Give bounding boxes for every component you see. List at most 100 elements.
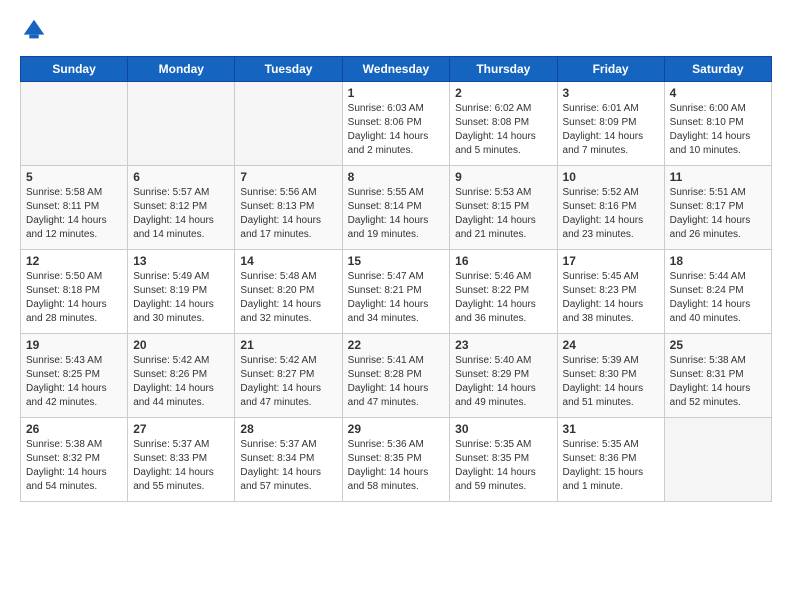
day-info: Sunrise: 5:48 AM Sunset: 8:20 PM Dayligh… [240, 270, 336, 326]
week-row-3: 12Sunrise: 5:50 AM Sunset: 8:18 PM Dayli… [21, 250, 772, 334]
column-header-thursday: Thursday [450, 57, 557, 82]
calendar-body: 1Sunrise: 6:03 AM Sunset: 8:06 PM Daylig… [21, 82, 772, 502]
day-info: Sunrise: 5:37 AM Sunset: 8:34 PM Dayligh… [240, 438, 336, 494]
column-header-sunday: Sunday [21, 57, 128, 82]
day-cell: 12Sunrise: 5:50 AM Sunset: 8:18 PM Dayli… [21, 250, 128, 334]
day-cell: 22Sunrise: 5:41 AM Sunset: 8:28 PM Dayli… [342, 334, 450, 418]
column-header-tuesday: Tuesday [235, 57, 342, 82]
day-cell: 31 Sunrise: 5:35 AM Sunset: 8:36 PM Dayli… [557, 418, 664, 502]
day-cell: 11 Sunrise: 5:51 AM Sunset: 8:17 PM Dayli… [664, 166, 771, 250]
day-info: Sunrise: 5:37 AM Sunset: 8:33 PM Dayligh… [133, 438, 229, 494]
day-number: 29 [348, 422, 445, 436]
column-header-friday: Friday [557, 57, 664, 82]
day-cell [128, 82, 235, 166]
day-cell: 21Sunrise: 5:42 AM Sunset: 8:27 PM Dayli… [235, 334, 342, 418]
day-info: Sunrise: 5:43 AM Sunset: 8:25 PM Dayligh… [26, 354, 122, 410]
day-number: 23 [455, 338, 551, 352]
day-cell: 5 Sunrise: 5:58 AM Sunset: 8:11 PM Daylig… [21, 166, 128, 250]
day-info: Sunrise: 5:41 AM Sunset: 8:28 PM Dayligh… [348, 354, 445, 410]
day-number: 3 [563, 86, 659, 100]
day-cell: 13 Sunrise: 5:49 AM Sunset: 8:19 PM Dayli… [128, 250, 235, 334]
day-cell: 10 Sunrise: 5:52 AM Sunset: 8:16 PM Dayli… [557, 166, 664, 250]
day-cell: 29Sunrise: 5:36 AM Sunset: 8:35 PM Dayli… [342, 418, 450, 502]
day-number: 28 [240, 422, 336, 436]
day-cell [664, 418, 771, 502]
day-number: 8 [348, 170, 445, 184]
day-cell: 1Sunrise: 6:03 AM Sunset: 8:06 PM Daylig… [342, 82, 450, 166]
day-info: Sunrise: 5:39 AM Sunset: 8:30 PM Dayligh… [563, 354, 659, 410]
day-cell: 16Sunrise: 5:46 AM Sunset: 8:22 PM Dayli… [450, 250, 557, 334]
day-info: Sunrise: 5:47 AM Sunset: 8:21 PM Dayligh… [348, 270, 445, 326]
header [20, 16, 772, 44]
week-row-4: 19 Sunrise: 5:43 AM Sunset: 8:25 PM Dayli… [21, 334, 772, 418]
day-cell: 24 Sunrise: 5:39 AM Sunset: 8:30 PM Dayli… [557, 334, 664, 418]
logo [20, 16, 52, 44]
day-info: Sunrise: 5:38 AM Sunset: 8:31 PM Dayligh… [670, 354, 766, 410]
week-row-1: 1Sunrise: 6:03 AM Sunset: 8:06 PM Daylig… [21, 82, 772, 166]
day-cell: 2 Sunrise: 6:02 AM Sunset: 8:08 PM Daylig… [450, 82, 557, 166]
day-number: 10 [563, 170, 659, 184]
day-number: 26 [26, 422, 122, 436]
week-row-2: 5 Sunrise: 5:58 AM Sunset: 8:11 PM Daylig… [21, 166, 772, 250]
day-cell: 28 Sunrise: 5:37 AM Sunset: 8:34 PM Dayli… [235, 418, 342, 502]
day-number: 1 [348, 86, 445, 100]
day-cell: 20 Sunrise: 5:42 AM Sunset: 8:26 PM Dayli… [128, 334, 235, 418]
day-number: 15 [348, 254, 445, 268]
day-cell: 4 Sunrise: 6:00 AM Sunset: 8:10 PM Daylig… [664, 82, 771, 166]
day-info: Sunrise: 5:40 AM Sunset: 8:29 PM Dayligh… [455, 354, 551, 410]
day-info: Sunrise: 5:50 AM Sunset: 8:18 PM Dayligh… [26, 270, 122, 326]
day-info: Sunrise: 5:44 AM Sunset: 8:24 PM Dayligh… [670, 270, 766, 326]
day-number: 2 [455, 86, 551, 100]
day-info: Sunrise: 5:38 AM Sunset: 8:32 PM Dayligh… [26, 438, 122, 494]
day-cell: 25Sunrise: 5:38 AM Sunset: 8:31 PM Dayli… [664, 334, 771, 418]
week-row-5: 26 Sunrise: 5:38 AM Sunset: 8:32 PM Dayli… [21, 418, 772, 502]
page: SundayMondayTuesdayWednesdayThursdayFrid… [0, 0, 792, 612]
column-header-saturday: Saturday [664, 57, 771, 82]
day-cell: 26 Sunrise: 5:38 AM Sunset: 8:32 PM Dayli… [21, 418, 128, 502]
day-info: Sunrise: 5:51 AM Sunset: 8:17 PM Dayligh… [670, 186, 766, 242]
day-number: 21 [240, 338, 336, 352]
day-number: 6 [133, 170, 229, 184]
day-number: 5 [26, 170, 122, 184]
day-info: Sunrise: 5:49 AM Sunset: 8:19 PM Dayligh… [133, 270, 229, 326]
day-info: Sunrise: 5:42 AM Sunset: 8:26 PM Dayligh… [133, 354, 229, 410]
day-info: Sunrise: 5:56 AM Sunset: 8:13 PM Dayligh… [240, 186, 336, 242]
day-cell: 9 Sunrise: 5:53 AM Sunset: 8:15 PM Daylig… [450, 166, 557, 250]
day-number: 18 [670, 254, 766, 268]
day-cell: 27Sunrise: 5:37 AM Sunset: 8:33 PM Dayli… [128, 418, 235, 502]
day-info: Sunrise: 5:55 AM Sunset: 8:14 PM Dayligh… [348, 186, 445, 242]
day-info: Sunrise: 5:35 AM Sunset: 8:36 PM Dayligh… [563, 438, 659, 494]
header-row: SundayMondayTuesdayWednesdayThursdayFrid… [21, 57, 772, 82]
day-cell: 30 Sunrise: 5:35 AM Sunset: 8:35 PM Dayli… [450, 418, 557, 502]
day-cell: 19 Sunrise: 5:43 AM Sunset: 8:25 PM Dayli… [21, 334, 128, 418]
day-number: 11 [670, 170, 766, 184]
calendar-header: SundayMondayTuesdayWednesdayThursdayFrid… [21, 57, 772, 82]
column-header-monday: Monday [128, 57, 235, 82]
day-number: 16 [455, 254, 551, 268]
day-number: 7 [240, 170, 336, 184]
day-info: Sunrise: 5:52 AM Sunset: 8:16 PM Dayligh… [563, 186, 659, 242]
day-number: 31 [563, 422, 659, 436]
day-cell [235, 82, 342, 166]
day-cell: 15 Sunrise: 5:47 AM Sunset: 8:21 PM Dayli… [342, 250, 450, 334]
day-info: Sunrise: 6:00 AM Sunset: 8:10 PM Dayligh… [670, 102, 766, 158]
day-info: Sunrise: 5:53 AM Sunset: 8:15 PM Dayligh… [455, 186, 551, 242]
day-info: Sunrise: 5:58 AM Sunset: 8:11 PM Dayligh… [26, 186, 122, 242]
day-info: Sunrise: 5:35 AM Sunset: 8:35 PM Dayligh… [455, 438, 551, 494]
logo-icon [20, 16, 48, 44]
day-number: 24 [563, 338, 659, 352]
day-cell: 18 Sunrise: 5:44 AM Sunset: 8:24 PM Dayli… [664, 250, 771, 334]
day-number: 20 [133, 338, 229, 352]
day-number: 4 [670, 86, 766, 100]
day-number: 13 [133, 254, 229, 268]
day-number: 30 [455, 422, 551, 436]
day-cell: 7 Sunrise: 5:56 AM Sunset: 8:13 PM Daylig… [235, 166, 342, 250]
day-number: 17 [563, 254, 659, 268]
day-info: Sunrise: 6:02 AM Sunset: 8:08 PM Dayligh… [455, 102, 551, 158]
day-info: Sunrise: 6:01 AM Sunset: 8:09 PM Dayligh… [563, 102, 659, 158]
day-number: 19 [26, 338, 122, 352]
day-number: 9 [455, 170, 551, 184]
day-cell: 3 Sunrise: 6:01 AM Sunset: 8:09 PM Daylig… [557, 82, 664, 166]
day-info: Sunrise: 5:45 AM Sunset: 8:23 PM Dayligh… [563, 270, 659, 326]
day-cell: 17 Sunrise: 5:45 AM Sunset: 8:23 PM Dayli… [557, 250, 664, 334]
